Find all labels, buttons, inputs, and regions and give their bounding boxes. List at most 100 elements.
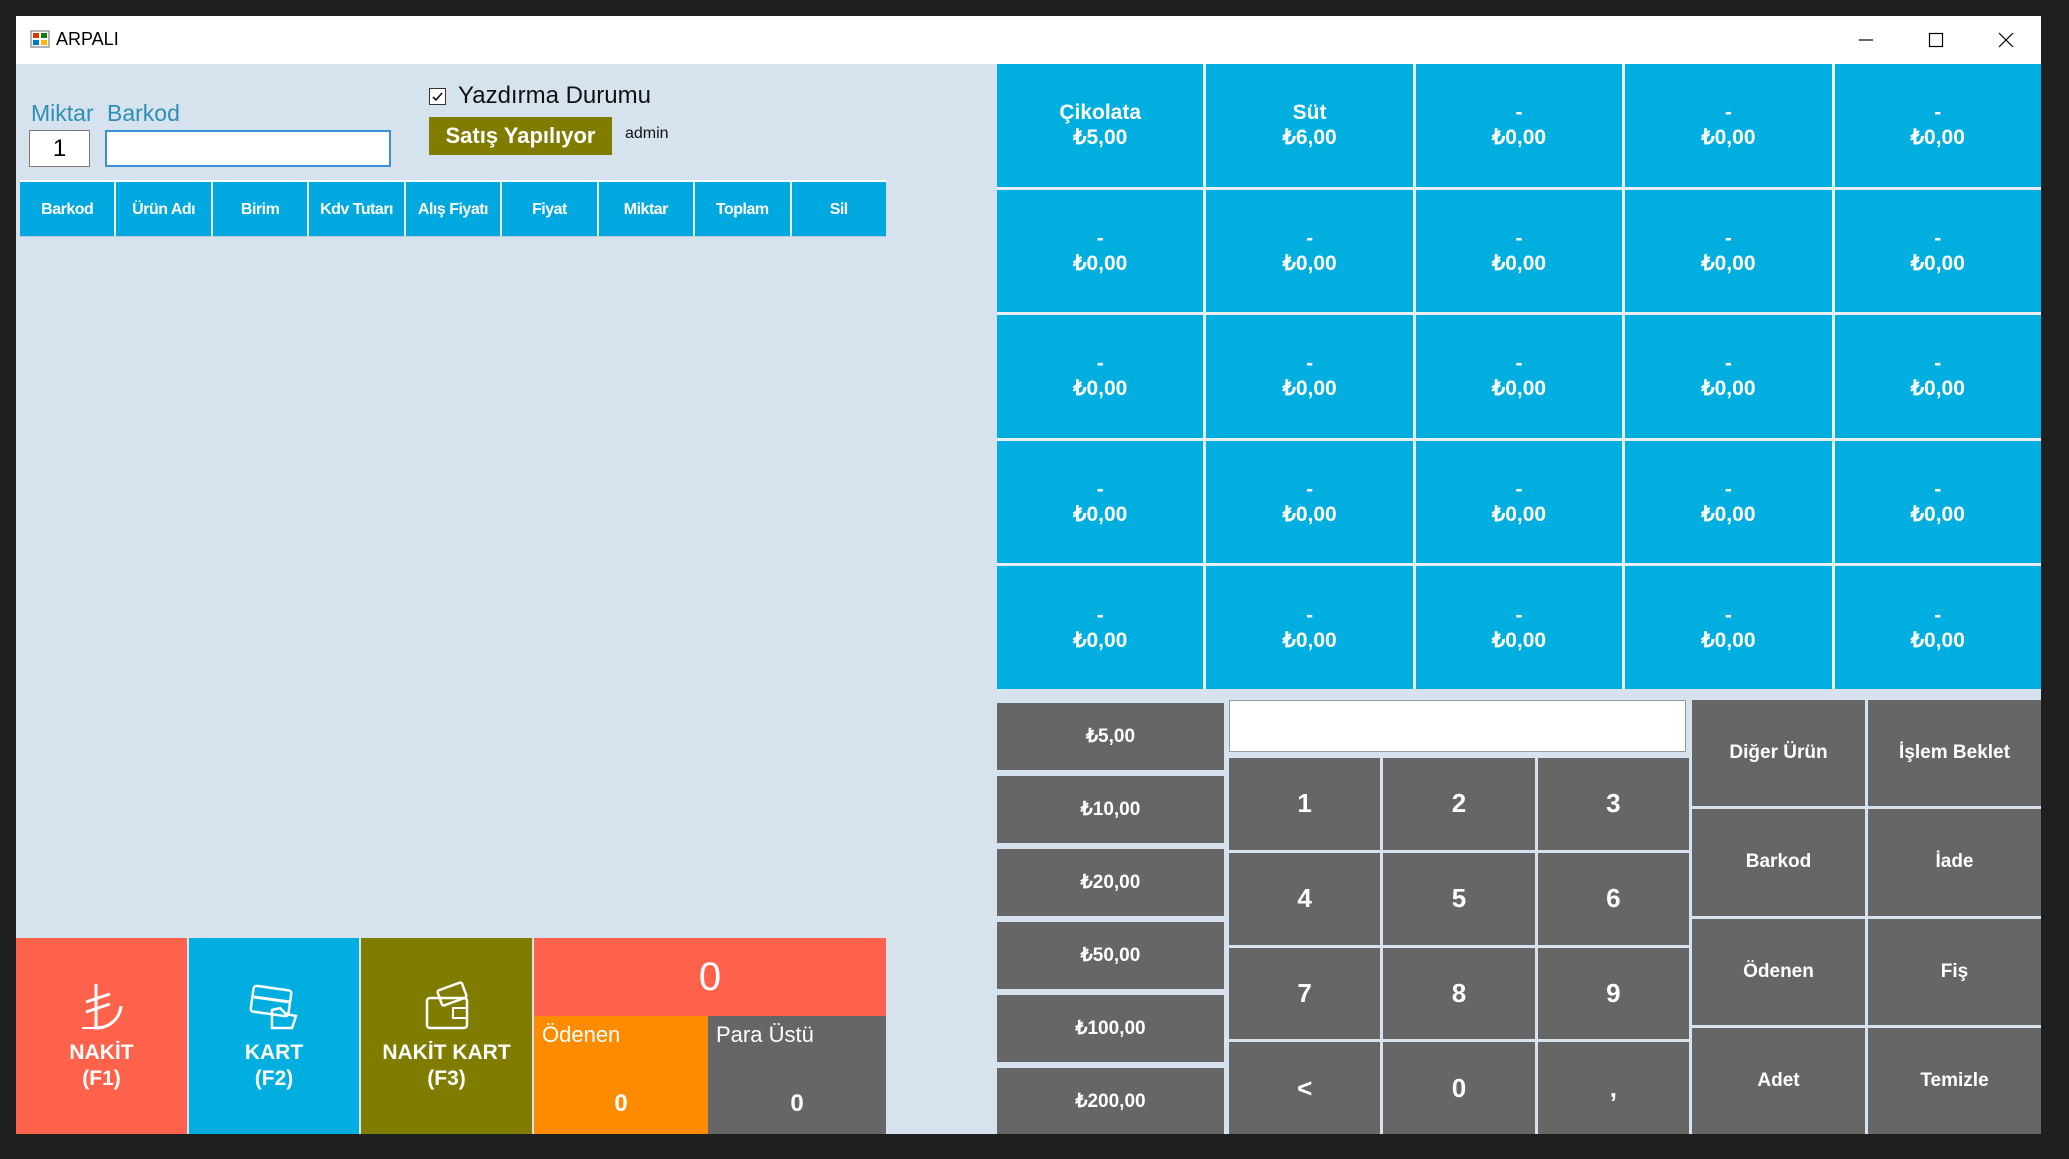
money-button-100[interactable]: ₺100,00 [997, 995, 1224, 1062]
window-title: ARPALI [56, 29, 119, 49]
quick-product-name: - [1515, 226, 1523, 250]
quick-product-name: - [1724, 101, 1732, 125]
key-4[interactable]: 4 [1229, 852, 1381, 945]
quick-product-button[interactable]: - ₺0,00 [1415, 315, 1623, 438]
key-5[interactable]: 5 [1383, 852, 1535, 945]
quantity-button[interactable]: Adet [1692, 1027, 1865, 1134]
quick-product-button[interactable]: - ₺0,00 [1415, 189, 1623, 313]
calculator-display[interactable] [1229, 700, 1686, 752]
column-header[interactable]: Sil [792, 182, 886, 236]
cash-payment-button[interactable]: NAKİT (F1) [16, 938, 187, 1134]
wallet-card-icon [425, 981, 468, 1030]
quick-product-button[interactable]: - ₺0,00 [1206, 189, 1413, 313]
quick-product-name: - [1515, 478, 1523, 502]
app-icon [30, 30, 50, 48]
money-button-5[interactable]: ₺5,00 [997, 703, 1224, 770]
quick-product-price: ₺0,00 [1491, 503, 1547, 527]
quick-product-button[interactable]: - ₺0,00 [1625, 566, 1832, 689]
receipt-button[interactable]: Fiş [1868, 918, 2041, 1025]
quick-product-button[interactable]: - ₺0,00 [1625, 315, 1832, 438]
checkmark-icon [432, 91, 443, 101]
quick-product-button[interactable]: - ₺0,00 [1834, 440, 2041, 564]
quick-product-name: - [1096, 226, 1104, 250]
quick-product-button[interactable]: - ₺0,00 [997, 189, 1204, 313]
quick-product-button[interactable]: - ₺0,00 [1834, 315, 2041, 438]
key-8[interactable]: 8 [1383, 947, 1535, 1040]
quick-product-price: ₺0,00 [1491, 251, 1547, 275]
quick-product-grid: Çikolata ₺5,00 Süt ₺6,00 - ₺0,00 - ₺0,00 - ₺0… [997, 64, 2041, 689]
quick-product-price: ₺0,00 [1073, 251, 1128, 275]
quick-product-button[interactable]: - ₺0,00 [1206, 440, 1413, 564]
quick-product-button[interactable]: - ₺0,00 [1834, 189, 2041, 313]
quick-product-price: ₺0,00 [1701, 377, 1756, 401]
quick-product-button[interactable]: - ₺0,00 [1625, 189, 1832, 313]
barcode-input[interactable] [105, 130, 391, 167]
quick-product-price: ₺0,00 [1701, 628, 1756, 652]
barcode-label: Barkod [107, 100, 180, 126]
quick-product-button[interactable]: - ₺0,00 [1834, 566, 2041, 689]
key-7[interactable]: 7 [1229, 947, 1381, 1040]
column-header[interactable]: Kdv Tutarı [309, 182, 406, 236]
key-comma[interactable]: , [1537, 1042, 1689, 1134]
clear-button[interactable]: Temizle [1868, 1027, 2041, 1134]
key-0[interactable]: 0 [1383, 1042, 1535, 1134]
cash-label: NAKİT [69, 1041, 134, 1064]
lira-icon [81, 984, 122, 1030]
money-button-10[interactable]: ₺10,00 [997, 776, 1224, 843]
column-header[interactable]: Fiyat [502, 182, 599, 236]
quick-product-button[interactable]: - ₺0,00 [1625, 440, 1832, 564]
maximize-icon [1928, 32, 1944, 48]
quick-product-button[interactable]: - ₺0,00 [1206, 566, 1413, 689]
key-2[interactable]: 2 [1383, 758, 1535, 850]
key-3[interactable]: 3 [1537, 758, 1689, 850]
column-header[interactable]: Ürün Adı [116, 182, 213, 236]
paid-amount-panel: Ödenen 0 [534, 1016, 708, 1134]
column-header[interactable]: Birim [213, 182, 310, 236]
barcode-button[interactable]: Barkod [1692, 809, 1865, 916]
minimize-button[interactable] [1831, 16, 1901, 64]
close-button[interactable] [1971, 16, 2041, 64]
key-1[interactable]: 1 [1229, 758, 1381, 850]
column-header[interactable]: Barkod [20, 182, 117, 236]
quick-product-button[interactable]: - ₺0,00 [997, 315, 1204, 438]
maximize-button[interactable] [1901, 16, 1971, 64]
money-button-50[interactable]: ₺50,00 [997, 922, 1224, 989]
quick-product-button[interactable]: - ₺0,00 [1625, 64, 1832, 187]
cash-card-payment-button[interactable]: NAKİT KART (F3) [361, 938, 532, 1134]
quick-product-name: - [1515, 603, 1523, 627]
hold-transaction-button[interactable]: İşlem Beklet [1868, 700, 2041, 807]
print-status-checkbox[interactable]: Yazdırma Durumu [429, 82, 651, 110]
checkbox-box[interactable] [429, 87, 446, 105]
quick-product-button[interactable]: - ₺0,00 [1415, 566, 1623, 689]
quick-product-button[interactable]: - ₺0,00 [1834, 64, 2041, 187]
quick-product-name: - [1096, 352, 1104, 376]
money-button-20[interactable]: ₺20,00 [997, 849, 1224, 916]
key-9[interactable]: 9 [1537, 947, 1689, 1040]
quick-product-button[interactable]: Süt ₺6,00 [1206, 64, 1413, 187]
quick-product-button[interactable]: - ₺0,00 [1415, 64, 1623, 187]
user-label: admin [625, 125, 669, 142]
key-6[interactable]: 6 [1537, 852, 1689, 945]
quick-product-name: - [1096, 603, 1104, 627]
quantity-input[interactable] [29, 130, 90, 167]
money-button-200[interactable]: ₺200,00 [997, 1068, 1224, 1134]
card-payment-button[interactable]: KART (F2) [189, 938, 359, 1134]
column-header[interactable]: Miktar [599, 182, 696, 236]
column-header[interactable]: Toplam [695, 182, 792, 236]
quick-product-button[interactable]: - ₺0,00 [1415, 440, 1623, 564]
paid-button[interactable]: Ödenen [1692, 918, 1865, 1025]
quick-product-name: - [1515, 101, 1523, 125]
quick-product-price: ₺0,00 [1073, 628, 1128, 652]
card-shortcut: (F2) [254, 1067, 294, 1090]
column-header[interactable]: Alış Fiyatı [406, 182, 503, 236]
quick-product-price: ₺0,00 [1073, 503, 1128, 527]
quick-product-button[interactable]: Çikolata ₺5,00 [997, 64, 1204, 187]
refund-button[interactable]: İade [1868, 809, 2041, 916]
quick-product-name: - [1515, 352, 1523, 376]
quick-product-button[interactable]: - ₺0,00 [997, 440, 1204, 564]
other-product-button[interactable]: Diğer Ürün [1692, 700, 1865, 807]
key-backspace[interactable]: < [1229, 1042, 1381, 1134]
quick-product-button[interactable]: - ₺0,00 [997, 566, 1204, 689]
quick-product-button[interactable]: - ₺0,00 [1206, 315, 1413, 438]
sale-status-button[interactable]: Satış Yapılıyor [429, 117, 612, 155]
